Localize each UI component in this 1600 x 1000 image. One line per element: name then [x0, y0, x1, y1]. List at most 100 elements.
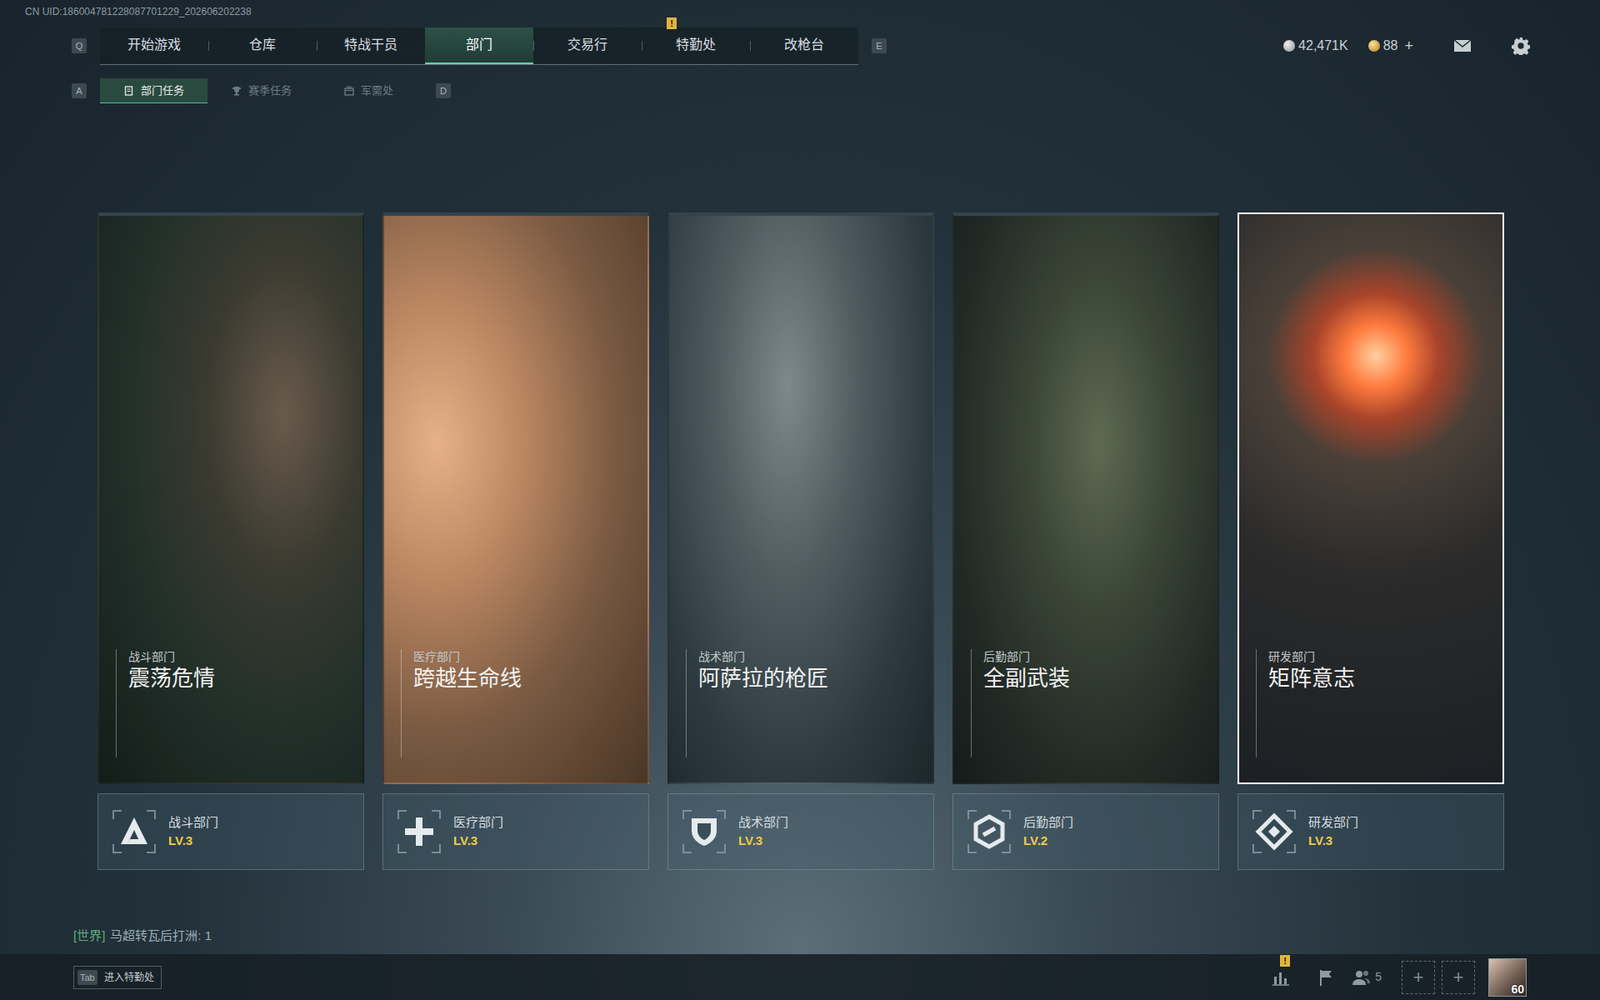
- department-text: 医疗部门LV.3: [453, 813, 504, 850]
- department-list: 战斗部门震荡危情战斗部门LV.3医疗部门跨越生命线医疗部门LV.3战术部门阿萨拉…: [0, 212, 1600, 870]
- nav-tab-label: 特战干员: [344, 35, 398, 55]
- alert-badge: !: [1280, 955, 1290, 967]
- department-info: 后勤部门LV.2: [952, 793, 1220, 870]
- department-info: 医疗部门LV.3: [382, 793, 650, 870]
- crate-icon: [344, 85, 355, 96]
- nav-tab-label: 交易行: [567, 35, 608, 55]
- nav-tab-label: 部门: [465, 35, 493, 55]
- department-category: 战斗部门: [128, 649, 363, 665]
- department-level: LV.3: [1308, 831, 1359, 850]
- enter-service-button[interactable]: Tab 进入特勤处: [73, 965, 162, 990]
- chart-icon: [1271, 969, 1290, 986]
- department-category: 后勤部门: [983, 649, 1218, 665]
- department-name: 研发部门: [1308, 813, 1359, 832]
- department-title: 跨越生命线: [413, 664, 648, 693]
- mail-icon[interactable]: [1453, 39, 1472, 53]
- department-name: 医疗部门: [453, 813, 504, 832]
- department-info: 战术部门LV.3: [667, 793, 935, 870]
- department-name: 战斗部门: [168, 813, 219, 832]
- uid-text: CN UID:186004781228087701229_20260620223…: [0, 0, 1600, 19]
- subnav-prev-key[interactable]: A: [71, 83, 87, 99]
- department-screen: CN UID:186004781228087701229_20260620223…: [0, 0, 1600, 1000]
- nav-prev-key[interactable]: Q: [71, 38, 87, 54]
- department-emblem-icon: [1250, 807, 1299, 856]
- bottom-actions: ! 5 ++60: [1261, 958, 1527, 997]
- main-nav: 开始游戏 仓库 特战干员 部门 交易行 特勤处! 改枪台: [100, 27, 859, 65]
- friends-button[interactable]: 5: [1351, 968, 1382, 986]
- silver-coin-icon: [1283, 40, 1295, 52]
- department-emblem-icon: [965, 807, 1014, 856]
- art-caption: 研发部门矩阵意志: [1255, 649, 1503, 758]
- nav-next-key[interactable]: E: [871, 38, 887, 54]
- department-card[interactable]: 战斗部门震荡危情战斗部门LV.3: [97, 212, 365, 870]
- alert-badge: !: [666, 17, 677, 30]
- department-title: 矩阵意志: [1268, 664, 1503, 693]
- nav-tab[interactable]: 仓库: [208, 27, 317, 65]
- department-info: 战斗部门LV.3: [97, 793, 365, 870]
- stats-button[interactable]: !: [1261, 958, 1300, 997]
- nav-tab[interactable]: 特勤处!: [641, 27, 750, 65]
- department-level: LV.3: [168, 831, 219, 850]
- subnav-next-key[interactable]: D: [435, 83, 451, 99]
- department-name: 后勤部门: [1023, 813, 1074, 832]
- department-title: 阿萨拉的枪匠: [698, 664, 933, 693]
- sub-tab[interactable]: 赛季任务: [207, 78, 315, 104]
- tab-key: Tab: [77, 970, 98, 985]
- department-category: 研发部门: [1268, 649, 1503, 665]
- department-art: 后勤部门全副武装: [952, 212, 1220, 785]
- department-level: LV.3: [453, 831, 504, 850]
- department-card[interactable]: 医疗部门跨越生命线医疗部门LV.3: [382, 212, 650, 870]
- nav-tab[interactable]: 特战干员: [316, 27, 425, 65]
- nav-tab[interactable]: 交易行: [533, 27, 642, 65]
- department-card[interactable]: 战术部门阿萨拉的枪匠战术部门LV.3: [667, 212, 935, 870]
- team-slot[interactable]: +: [1441, 960, 1475, 995]
- enter-service-label: 进入特勤处: [104, 970, 155, 985]
- department-art: 战术部门阿萨拉的枪匠: [667, 212, 935, 785]
- department-title: 震荡危情: [128, 664, 363, 693]
- department-text: 战斗部门LV.3: [168, 813, 219, 850]
- gear-icon[interactable]: [1511, 36, 1530, 55]
- gold-coin-icon: [1368, 40, 1380, 52]
- nav-tab[interactable]: 开始游戏: [100, 27, 209, 65]
- department-text: 后勤部门LV.2: [1023, 813, 1074, 850]
- player-avatar[interactable]: 60: [1488, 958, 1527, 997]
- nav-tab[interactable]: 改枪台: [750, 27, 859, 65]
- department-card[interactable]: 后勤部门全副武装后勤部门LV.2: [952, 212, 1220, 870]
- art-caption: 战术部门阿萨拉的枪匠: [685, 649, 933, 758]
- flag-button[interactable]: [1306, 958, 1345, 997]
- friends-icon: [1351, 969, 1372, 986]
- chat-channel: [世界]: [73, 928, 105, 943]
- department-level: LV.2: [1023, 831, 1074, 850]
- department-info: 研发部门LV.3: [1237, 793, 1505, 870]
- department-level: LV.3: [738, 831, 789, 850]
- department-art: 医疗部门跨越生命线: [382, 212, 650, 785]
- gold-amount: 88: [1383, 35, 1399, 56]
- sub-tab[interactable]: 部门任务: [100, 78, 208, 104]
- art-caption: 医疗部门跨越生命线: [400, 649, 648, 758]
- bottom-bar: Tab 进入特勤处! 5 ++60: [0, 954, 1600, 1000]
- sub-tab-label: 军需处: [360, 82, 394, 100]
- team-slot[interactable]: +: [1401, 960, 1435, 995]
- sub-tab[interactable]: 军需处: [315, 78, 423, 104]
- sub-bar: A 部门任务 赛季任务 军需处 D: [0, 78, 1600, 104]
- department-category: 战术部门: [698, 649, 933, 665]
- nav-tab-label: 开始游戏: [127, 35, 181, 55]
- department-emblem-icon: [110, 807, 159, 856]
- department-text: 研发部门LV.3: [1308, 813, 1359, 850]
- spacer: [0, 870, 1600, 928]
- sub-nav: 部门任务 赛季任务 军需处: [100, 78, 423, 104]
- add-currency-button[interactable]: +: [1404, 35, 1414, 58]
- department-art: 研发部门矩阵意志: [1237, 212, 1505, 785]
- department-art: 战斗部门震荡危情: [97, 212, 365, 785]
- department-card[interactable]: 研发部门矩阵意志研发部门LV.3: [1237, 212, 1505, 870]
- nav-tab[interactable]: 部门: [425, 27, 534, 65]
- department-emblem-icon: [680, 807, 729, 856]
- player-level: 60: [1510, 982, 1525, 996]
- sub-tab-label: 部门任务: [140, 82, 185, 100]
- nav-tab-label: 仓库: [249, 35, 276, 55]
- friends-count: 5: [1375, 968, 1382, 986]
- nav-tab-label: 改枪台: [784, 35, 825, 55]
- art-caption: 后勤部门全副武装: [970, 649, 1218, 758]
- top-bar: Q开始游戏仓库特战干员部门交易行特勤处!改枪台E42,471K88+: [0, 26, 1600, 65]
- chat-message: 马超转瓦后打洲: 1: [110, 928, 212, 943]
